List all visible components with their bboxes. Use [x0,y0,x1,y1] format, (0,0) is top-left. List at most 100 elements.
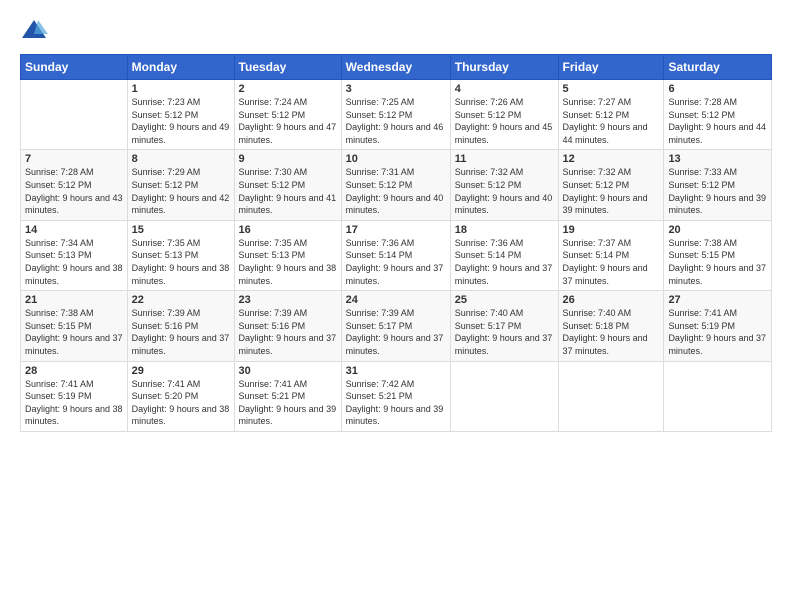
week-row-4: 28Sunrise: 7:41 AMSunset: 5:19 PMDayligh… [21,361,772,431]
calendar-cell: 18Sunrise: 7:36 AMSunset: 5:14 PMDayligh… [450,220,558,290]
day-number: 19 [563,224,660,236]
page: SundayMondayTuesdayWednesdayThursdayFrid… [0,0,792,612]
week-row-3: 21Sunrise: 7:38 AMSunset: 5:15 PMDayligh… [21,291,772,361]
calendar-cell: 17Sunrise: 7:36 AMSunset: 5:14 PMDayligh… [341,220,450,290]
day-info: Sunrise: 7:39 AMSunset: 5:16 PMDaylight:… [132,307,230,357]
day-number: 14 [25,224,123,236]
calendar-cell: 8Sunrise: 7:29 AMSunset: 5:12 PMDaylight… [127,150,234,220]
day-info: Sunrise: 7:32 AMSunset: 5:12 PMDaylight:… [563,166,660,216]
header [20,16,772,44]
day-number: 7 [25,153,123,165]
calendar-table: SundayMondayTuesdayWednesdayThursdayFrid… [20,54,772,432]
day-info: Sunrise: 7:30 AMSunset: 5:12 PMDaylight:… [239,166,337,216]
day-number: 8 [132,153,230,165]
day-info: Sunrise: 7:42 AMSunset: 5:21 PMDaylight:… [346,378,446,428]
day-info: Sunrise: 7:41 AMSunset: 5:19 PMDaylight:… [25,378,123,428]
day-number: 13 [668,153,767,165]
week-row-0: 1Sunrise: 7:23 AMSunset: 5:12 PMDaylight… [21,80,772,150]
day-number: 15 [132,224,230,236]
calendar-cell [21,80,128,150]
day-info: Sunrise: 7:35 AMSunset: 5:13 PMDaylight:… [239,237,337,287]
day-number: 20 [668,224,767,236]
day-number: 4 [455,83,554,95]
day-info: Sunrise: 7:40 AMSunset: 5:17 PMDaylight:… [455,307,554,357]
calendar-cell: 5Sunrise: 7:27 AMSunset: 5:12 PMDaylight… [558,80,664,150]
day-number: 6 [668,83,767,95]
day-number: 30 [239,365,337,377]
day-number: 2 [239,83,337,95]
day-info: Sunrise: 7:41 AMSunset: 5:20 PMDaylight:… [132,378,230,428]
calendar-cell: 16Sunrise: 7:35 AMSunset: 5:13 PMDayligh… [234,220,341,290]
logo-icon [20,16,48,44]
calendar-cell [558,361,664,431]
day-number: 10 [346,153,446,165]
calendar-cell: 26Sunrise: 7:40 AMSunset: 5:18 PMDayligh… [558,291,664,361]
calendar-cell: 2Sunrise: 7:24 AMSunset: 5:12 PMDaylight… [234,80,341,150]
day-info: Sunrise: 7:24 AMSunset: 5:12 PMDaylight:… [239,96,337,146]
calendar-cell: 29Sunrise: 7:41 AMSunset: 5:20 PMDayligh… [127,361,234,431]
col-header-thursday: Thursday [450,55,558,80]
calendar-cell: 14Sunrise: 7:34 AMSunset: 5:13 PMDayligh… [21,220,128,290]
calendar-cell: 22Sunrise: 7:39 AMSunset: 5:16 PMDayligh… [127,291,234,361]
day-info: Sunrise: 7:40 AMSunset: 5:18 PMDaylight:… [563,307,660,357]
day-info: Sunrise: 7:38 AMSunset: 5:15 PMDaylight:… [25,307,123,357]
day-number: 31 [346,365,446,377]
calendar-cell: 1Sunrise: 7:23 AMSunset: 5:12 PMDaylight… [127,80,234,150]
day-info: Sunrise: 7:34 AMSunset: 5:13 PMDaylight:… [25,237,123,287]
calendar-cell: 9Sunrise: 7:30 AMSunset: 5:12 PMDaylight… [234,150,341,220]
day-info: Sunrise: 7:41 AMSunset: 5:19 PMDaylight:… [668,307,767,357]
header-row: SundayMondayTuesdayWednesdayThursdayFrid… [21,55,772,80]
calendar-cell: 12Sunrise: 7:32 AMSunset: 5:12 PMDayligh… [558,150,664,220]
day-number: 23 [239,294,337,306]
calendar-cell: 31Sunrise: 7:42 AMSunset: 5:21 PMDayligh… [341,361,450,431]
day-info: Sunrise: 7:38 AMSunset: 5:15 PMDaylight:… [668,237,767,287]
day-info: Sunrise: 7:39 AMSunset: 5:17 PMDaylight:… [346,307,446,357]
calendar-cell: 7Sunrise: 7:28 AMSunset: 5:12 PMDaylight… [21,150,128,220]
calendar-cell: 13Sunrise: 7:33 AMSunset: 5:12 PMDayligh… [664,150,772,220]
calendar-cell [664,361,772,431]
calendar-cell: 6Sunrise: 7:28 AMSunset: 5:12 PMDaylight… [664,80,772,150]
calendar-cell: 27Sunrise: 7:41 AMSunset: 5:19 PMDayligh… [664,291,772,361]
calendar-cell: 23Sunrise: 7:39 AMSunset: 5:16 PMDayligh… [234,291,341,361]
col-header-tuesday: Tuesday [234,55,341,80]
day-info: Sunrise: 7:36 AMSunset: 5:14 PMDaylight:… [455,237,554,287]
calendar-cell: 10Sunrise: 7:31 AMSunset: 5:12 PMDayligh… [341,150,450,220]
day-info: Sunrise: 7:27 AMSunset: 5:12 PMDaylight:… [563,96,660,146]
col-header-monday: Monday [127,55,234,80]
day-number: 28 [25,365,123,377]
day-number: 17 [346,224,446,236]
calendar-cell: 30Sunrise: 7:41 AMSunset: 5:21 PMDayligh… [234,361,341,431]
day-info: Sunrise: 7:31 AMSunset: 5:12 PMDaylight:… [346,166,446,216]
day-number: 16 [239,224,337,236]
day-number: 11 [455,153,554,165]
calendar-cell: 19Sunrise: 7:37 AMSunset: 5:14 PMDayligh… [558,220,664,290]
col-header-friday: Friday [558,55,664,80]
calendar-cell: 11Sunrise: 7:32 AMSunset: 5:12 PMDayligh… [450,150,558,220]
calendar-cell: 15Sunrise: 7:35 AMSunset: 5:13 PMDayligh… [127,220,234,290]
day-number: 3 [346,83,446,95]
day-info: Sunrise: 7:26 AMSunset: 5:12 PMDaylight:… [455,96,554,146]
col-header-wednesday: Wednesday [341,55,450,80]
day-number: 21 [25,294,123,306]
day-number: 12 [563,153,660,165]
day-info: Sunrise: 7:36 AMSunset: 5:14 PMDaylight:… [346,237,446,287]
calendar-cell [450,361,558,431]
week-row-1: 7Sunrise: 7:28 AMSunset: 5:12 PMDaylight… [21,150,772,220]
day-info: Sunrise: 7:28 AMSunset: 5:12 PMDaylight:… [668,96,767,146]
day-number: 29 [132,365,230,377]
logo [20,16,52,44]
day-number: 1 [132,83,230,95]
col-header-saturday: Saturday [664,55,772,80]
day-info: Sunrise: 7:29 AMSunset: 5:12 PMDaylight:… [132,166,230,216]
day-number: 9 [239,153,337,165]
day-number: 18 [455,224,554,236]
calendar-cell: 21Sunrise: 7:38 AMSunset: 5:15 PMDayligh… [21,291,128,361]
calendar-cell: 3Sunrise: 7:25 AMSunset: 5:12 PMDaylight… [341,80,450,150]
calendar-cell: 24Sunrise: 7:39 AMSunset: 5:17 PMDayligh… [341,291,450,361]
day-number: 27 [668,294,767,306]
col-header-sunday: Sunday [21,55,128,80]
day-info: Sunrise: 7:25 AMSunset: 5:12 PMDaylight:… [346,96,446,146]
week-row-2: 14Sunrise: 7:34 AMSunset: 5:13 PMDayligh… [21,220,772,290]
calendar-cell: 28Sunrise: 7:41 AMSunset: 5:19 PMDayligh… [21,361,128,431]
calendar-cell: 25Sunrise: 7:40 AMSunset: 5:17 PMDayligh… [450,291,558,361]
